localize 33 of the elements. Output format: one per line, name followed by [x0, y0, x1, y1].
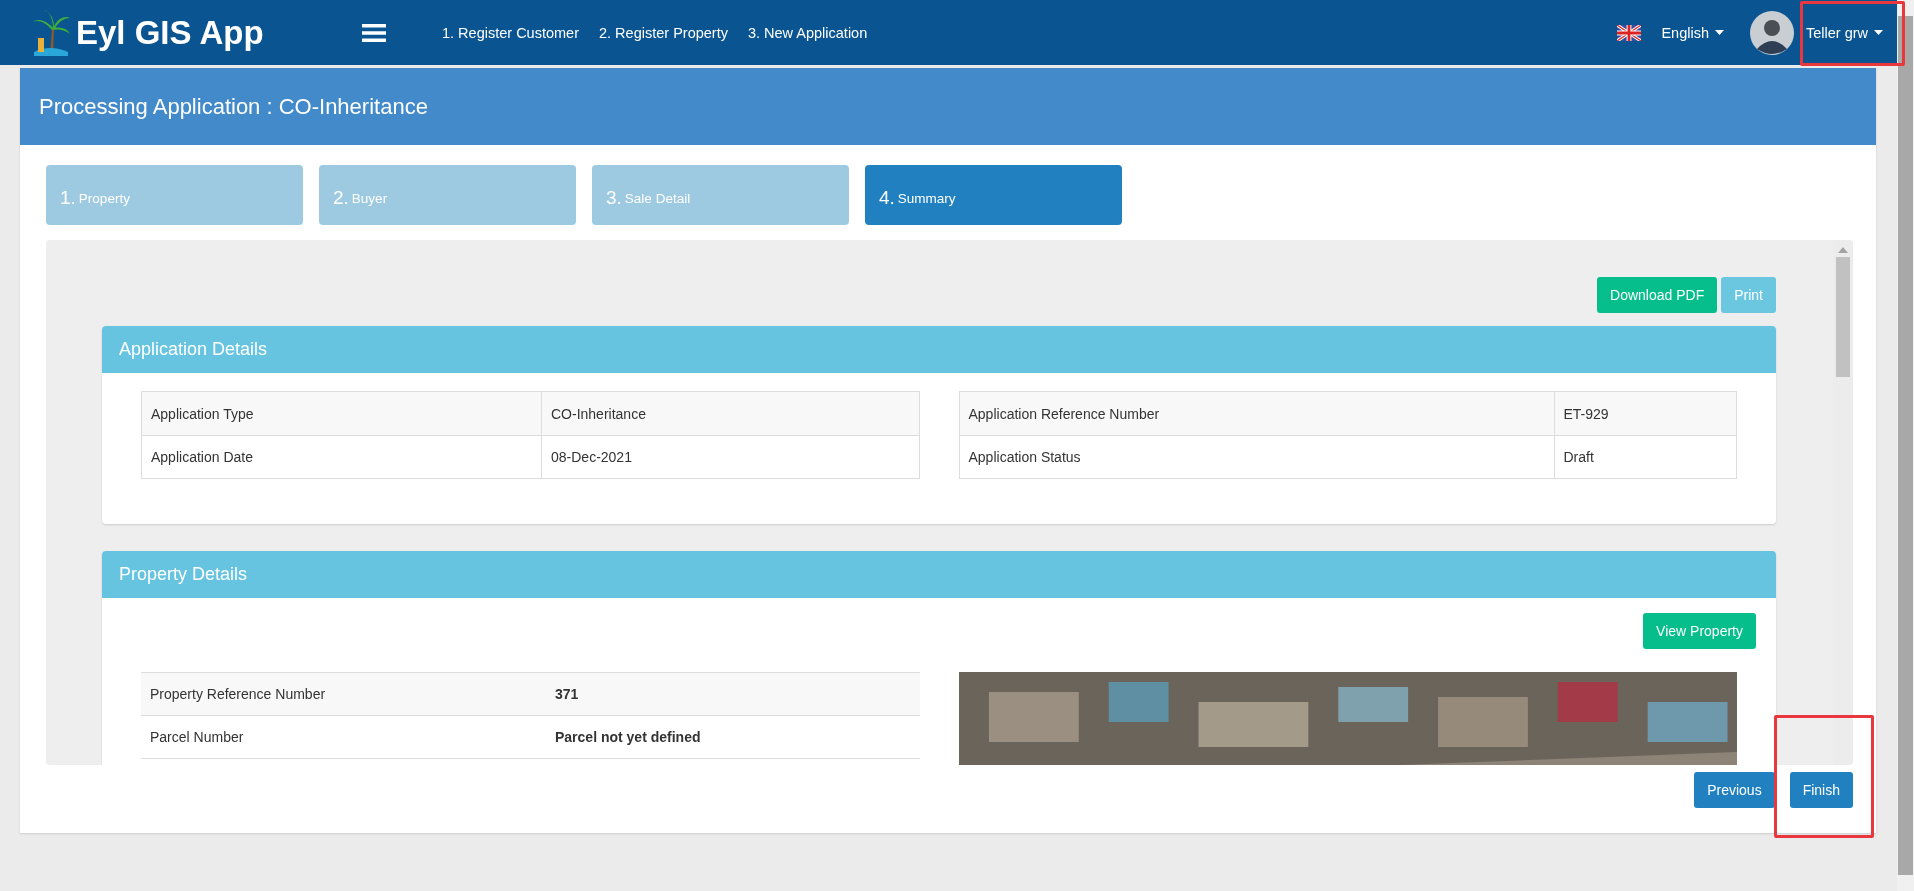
table-cell: Application Status [959, 435, 1555, 478]
table-cell: Application Reference Number [959, 392, 1555, 435]
avatar-icon[interactable] [1749, 10, 1794, 55]
table-cell: CO-Inheritance [542, 392, 919, 435]
finish-button[interactable]: Finish [1789, 772, 1853, 808]
panel-title: Property Details [119, 564, 248, 585]
view-property-button[interactable]: View Property [1643, 613, 1756, 649]
wizard-step-tab[interactable]: 4.Summary [865, 165, 1122, 225]
table-cell: Draft [1554, 435, 1736, 478]
panel-title: Application Details [119, 339, 268, 360]
language-dropdown[interactable]: English [1661, 24, 1724, 41]
table-cell: Application Type [142, 392, 542, 435]
table-cell: Property Reference Number [141, 672, 546, 715]
table-cell: 371 [546, 672, 920, 715]
page-scrollbar[interactable] [1897, 0, 1914, 891]
flag-icon [1617, 24, 1642, 41]
page-title: Processing Application : CO-Inheritance [39, 93, 428, 120]
menu-icon[interactable] [362, 22, 386, 43]
nav-link[interactable]: 2. Register Property [599, 24, 728, 41]
previous-button[interactable]: Previous [1694, 772, 1775, 808]
app-logo[interactable]: Eyl GIS App [76, 13, 264, 52]
nav-link[interactable]: 3. New Application [747, 24, 868, 41]
table-cell: Parcel Number [141, 715, 546, 758]
caret-icon [1714, 30, 1724, 35]
table-cell: 08-Dec-2021 [542, 435, 919, 478]
user-dropdown[interactable]: Teller grw [1805, 24, 1883, 41]
scrollbar[interactable] [1833, 240, 1853, 765]
table-cell: Parcel not yet defined [546, 715, 920, 758]
caret-icon [1874, 30, 1883, 35]
table-cell: ET-929 [1554, 392, 1736, 435]
table-cell: Application Date [142, 435, 542, 478]
download-pdf-button[interactable]: Download PDF [1597, 277, 1718, 313]
nav-link[interactable]: 1. Register Customer [442, 24, 579, 41]
